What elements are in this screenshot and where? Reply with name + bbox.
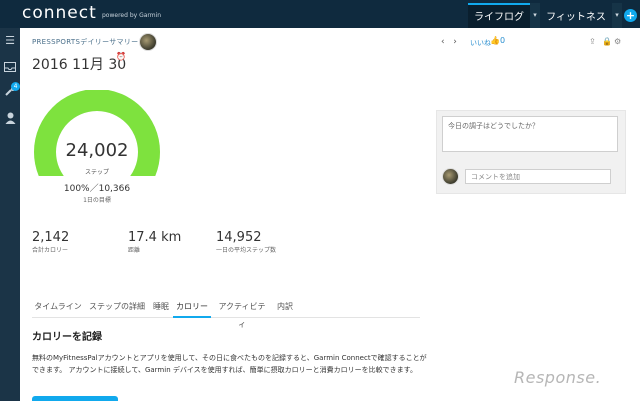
chevron-down-icon[interactable]: ▾ — [612, 3, 622, 28]
thumbs-up-icon[interactable]: 👍0 — [490, 36, 505, 45]
avatar — [442, 168, 459, 185]
status-input[interactable]: 今日の調子はどうでしたか？ — [442, 116, 618, 152]
tab-step-details[interactable]: ステップの詳細 — [87, 298, 147, 318]
steps-unit: ステップ — [84, 169, 109, 176]
add-button[interactable]: + — [624, 9, 637, 22]
share-icon[interactable]: ⇪ — [589, 37, 596, 46]
tab-lifelog[interactable]: ライフログ — [468, 3, 530, 28]
detail-tabs: タイムライン ステップの詳細 睡眠 カロリー アクティビティ 内訳 — [32, 298, 420, 329]
steps-progress: 100%／10,366 — [63, 184, 131, 194]
like-button[interactable]: いいね — [470, 38, 491, 48]
logo-subtitle: powered by Garmin — [102, 12, 162, 19]
menu-icon[interactable]: ☰ — [3, 34, 17, 48]
page-title: PRESSPORTSデイリーサマリー — [32, 38, 139, 46]
avg-steps-value: 14,952 — [216, 230, 262, 245]
tab-fitness[interactable]: フィットネス — [540, 3, 612, 28]
notification-badge: 4 — [11, 82, 20, 91]
gear-icon[interactable]: ⚙ — [614, 37, 621, 46]
tab-sleep[interactable]: 睡眠 — [150, 298, 172, 318]
steps-count: 24,002 — [65, 140, 129, 161]
section-title: カロリーを記録 — [32, 332, 102, 343]
lock-icon[interactable]: 🔒 — [602, 37, 612, 46]
calories-label: 合計カロリー — [32, 247, 69, 254]
date-navigation: ‹ › — [441, 37, 457, 47]
watermark-logo: Response. — [514, 368, 602, 387]
chevron-down-icon[interactable]: ▾ — [530, 3, 540, 28]
steps-goal-label: 1日の目標 — [83, 197, 111, 204]
tab-activities[interactable]: アクティビティ — [216, 298, 268, 329]
tab-calories[interactable]: カロリー — [173, 298, 211, 318]
steps-gauge — [34, 90, 160, 176]
connect-button[interactable] — [32, 396, 118, 401]
distance-value: 17.4 km — [128, 230, 182, 245]
avatar[interactable] — [139, 33, 157, 51]
tab-breakdown[interactable]: 内訳 — [274, 298, 296, 318]
alarm-icon: ⏰ — [116, 52, 126, 61]
profile-icon[interactable] — [3, 112, 17, 126]
distance-label: 距離 — [128, 247, 141, 254]
like-count: 0 — [499, 36, 506, 45]
next-day-button[interactable]: › — [453, 37, 457, 47]
comment-input[interactable]: コメントを追加 — [465, 169, 611, 184]
summary-date: 2016 11月 30 — [32, 57, 127, 73]
top-bar: connect powered by Garmin ライフログ ▾ フィットネス… — [0, 0, 640, 28]
section-description: 無料のMyFitnessPalアカウントとアプリを使用して、その日に食べたものを… — [32, 354, 427, 374]
calories-value: 2,142 — [32, 230, 70, 245]
avg-steps-label: 一日の平均ステップ数 — [216, 247, 277, 254]
connect-logo[interactable]: connect — [22, 3, 97, 23]
tab-timeline[interactable]: タイムライン — [32, 298, 84, 318]
inbox-icon[interactable] — [3, 62, 17, 76]
gauge-fill — [34, 90, 160, 176]
prev-day-button[interactable]: ‹ — [441, 37, 445, 47]
